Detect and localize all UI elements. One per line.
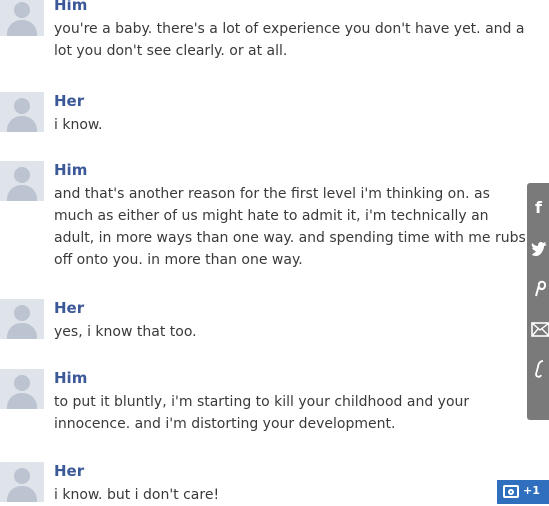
sender-name[interactable]: Her — [54, 299, 84, 317]
sender-name[interactable]: Him — [54, 369, 87, 387]
avatar[interactable] — [0, 462, 44, 502]
twitter-icon[interactable] — [530, 238, 549, 266]
message-text: you're a baby. there's a lot of experien… — [54, 21, 525, 59]
pinterest-icon[interactable] — [530, 275, 549, 303]
avatar[interactable] — [0, 0, 44, 36]
facebook-icon[interactable]: f — [530, 193, 549, 221]
message-text: yes, i know that too. — [54, 324, 197, 340]
link-icon[interactable] — [530, 355, 549, 383]
sender-name[interactable]: Her — [54, 92, 84, 110]
share-sidebar: f — [527, 183, 549, 420]
email-icon[interactable] — [530, 316, 549, 344]
camera-icon — [503, 485, 519, 498]
svg-text:f: f — [535, 198, 543, 217]
sender-name[interactable]: Her — [54, 462, 84, 480]
message-text: to put it bluntly, i'm starting to kill … — [54, 394, 470, 432]
avatar[interactable] — [0, 92, 44, 132]
avatar[interactable] — [0, 299, 44, 339]
avatar[interactable] — [0, 369, 44, 409]
photo-badge[interactable]: +1 — [497, 480, 549, 504]
sender-name[interactable]: Him — [54, 161, 87, 179]
photo-count: +1 — [523, 484, 540, 497]
avatar[interactable] — [0, 161, 44, 201]
sender-name[interactable]: Him — [54, 0, 87, 14]
message-text: i know. but i don't care! — [54, 487, 220, 503]
message-text: i know. — [54, 117, 103, 133]
message-text: and that's another reason for the first … — [54, 186, 526, 268]
